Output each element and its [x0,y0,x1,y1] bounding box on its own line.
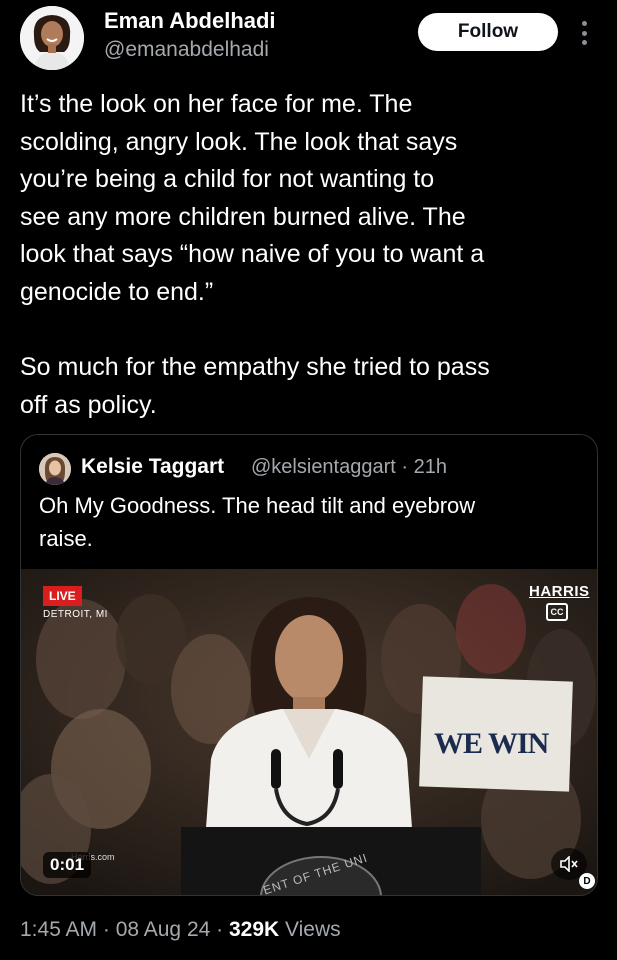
vertical-ellipsis-icon[interactable] [576,18,592,48]
views-label: Views [279,918,341,941]
quote-author-avatar[interactable] [39,453,71,485]
profile-photo-icon [20,6,84,70]
video-timestamp: 0:01 [43,852,92,878]
tweet-footer: 1:45 AM · 08 Aug 24 · 329K Views [20,918,341,942]
tweet-body: It’s the look on her face for me. The sc… [20,90,490,419]
quote-meta: @kelsientaggart · 21h [251,456,447,478]
crowd-sign-text: WE WIN [434,727,549,760]
quote-body: Oh My Goodness. The head tilt and eyebro… [39,493,476,551]
quote-author-name[interactable]: Kelsie Taggart [81,455,224,479]
post-timestamp[interactable]: 1:45 AM · 08 Aug 24 · [20,918,229,941]
tweet-header: Eman Abdelhadi @emanabdelhadi Follow [20,6,597,72]
channel-logo: HARRIS [529,583,590,600]
quote-profile-photo-icon [39,453,71,485]
view-count: 329K [228,918,280,941]
location-label: DETROIT, MI [43,609,108,620]
follow-button[interactable]: Follow [418,13,558,51]
quoted-tweet[interactable]: Kelsie Taggart @kelsientaggart · 21h Oh … [20,434,598,896]
author-handle[interactable]: @emanabdelhadi [104,38,269,62]
closed-captions-icon[interactable]: CC [546,603,568,621]
author-name[interactable]: Eman Abdelhadi [104,8,276,34]
live-badge: LIVE [43,586,82,606]
d-badge: D [579,873,595,889]
video-player[interactable]: LIVE DETROIT, MI HARRIS CC WE WIN Harris… [21,569,597,895]
author-avatar[interactable] [20,6,84,70]
